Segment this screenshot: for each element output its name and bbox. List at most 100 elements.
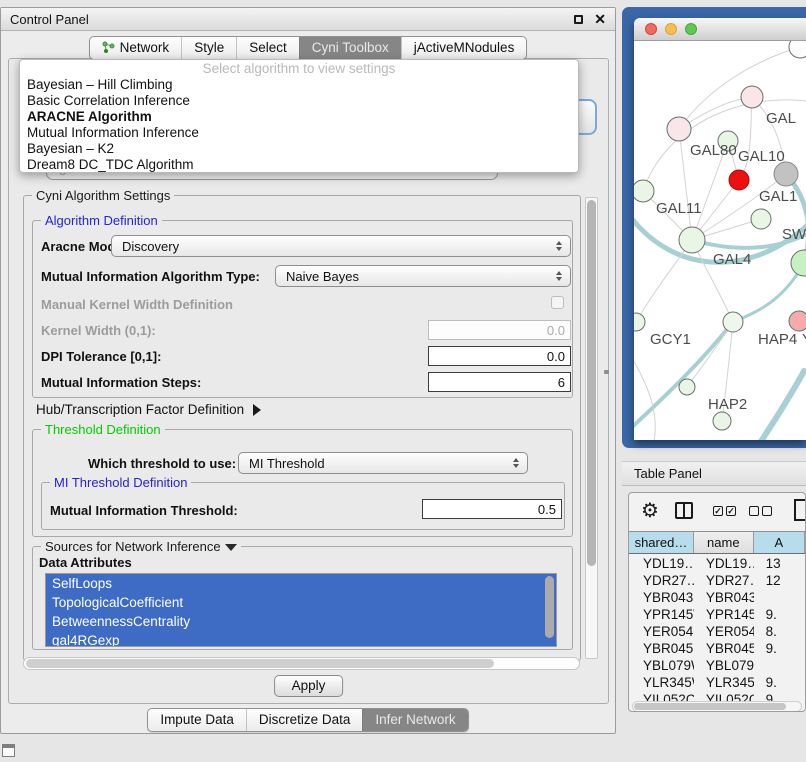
threshold-definition-title: Threshold Definition <box>41 422 165 437</box>
network-node[interactable] <box>634 180 654 202</box>
tab-cyni-toolbox[interactable]: Cyni Toolbox <box>299 37 401 59</box>
table-cell: YLR345W <box>694 675 754 690</box>
which-threshold-select[interactable]: MI Threshold <box>238 452 528 474</box>
table-cell: YBR043C <box>629 590 694 605</box>
table-row[interactable]: YBL079WYBL079W <box>629 657 805 674</box>
table-row[interactable]: YDL19…YDL19…13 <box>629 555 805 572</box>
table-cell: YBR045C <box>629 641 694 656</box>
deselect-all-icon[interactable] <box>749 506 772 516</box>
attribute-item-betweennesscentrality[interactable]: BetweennessCentrality <box>46 612 556 631</box>
close-icon[interactable]: ✕ <box>594 11 606 28</box>
algorithm-option-bayesian-hill-climbing[interactable]: Bayesian – Hill Climbing <box>20 77 578 93</box>
settings-vertical-scrollbar[interactable] <box>585 197 598 659</box>
column-header-name[interactable]: name <box>694 532 754 553</box>
network-node[interactable] <box>713 412 731 430</box>
tab-network[interactable]: Network <box>90 37 182 59</box>
network-edge[interactable] <box>739 97 752 180</box>
manual-kernel-checkbox[interactable] <box>551 296 564 309</box>
tab-impute-data[interactable]: Impute Data <box>148 709 246 731</box>
table-cell: YBL079W <box>629 658 694 673</box>
tab-select[interactable]: Select <box>236 37 299 59</box>
network-node[interactable] <box>789 311 806 331</box>
algorithm-option-basic-correlation-inference[interactable]: Basic Correlation Inference <box>20 93 578 109</box>
algorithm-option-mutual-information-inference[interactable]: Mutual Information Inference <box>20 125 578 141</box>
tab-infer-network[interactable]: Infer Network <box>362 709 467 731</box>
network-node[interactable] <box>667 117 691 141</box>
restore-panel-icon[interactable] <box>2 744 15 757</box>
tab-label: Network <box>120 40 170 55</box>
minimize-traffic-light-icon[interactable] <box>665 23 677 35</box>
network-node[interactable] <box>789 41 806 58</box>
kernel-width-label: Kernel Width (0,1): <box>41 323 156 338</box>
column-header-shared[interactable]: shared… <box>629 532 694 553</box>
network-node[interactable] <box>751 209 771 229</box>
table-row[interactable]: YBR043CYBR043C <box>629 589 805 606</box>
control-panel-tabs: Network StyleSelectCyni ToolboxjActiveMNo… <box>89 36 528 60</box>
settings-horizontal-scrollbar[interactable] <box>23 657 580 670</box>
column-header-a[interactable]: A <box>754 532 805 553</box>
file-icon[interactable] <box>794 499 806 521</box>
settings-horizontal-scrollbar-thumb[interactable] <box>26 659 494 668</box>
network-edge[interactable] <box>634 353 655 440</box>
algorithm-option-dream8-dc-tdc-algorithm[interactable]: Dream8 DC_TDC Algorithm <box>20 157 578 173</box>
list-scrollbar-thumb[interactable] <box>545 576 554 638</box>
table-horizontal-scrollbar[interactable] <box>632 701 802 712</box>
algorithm-option-bayesian-k2[interactable]: Bayesian – K2 <box>20 141 578 157</box>
gear-icon[interactable]: ⚙ <box>641 498 659 523</box>
network-node-label-hap2: HAP2 <box>708 396 747 413</box>
mi-steps-field[interactable]: 6 <box>428 372 571 392</box>
network-node[interactable] <box>774 162 798 186</box>
network-node[interactable] <box>791 250 806 276</box>
algorithm-option-aracne-algorithm[interactable]: ARACNE Algorithm <box>20 109 578 125</box>
table-row[interactable]: YLR345WYLR345W9. <box>629 674 805 691</box>
tab-style[interactable]: Style <box>181 37 236 59</box>
dpi-tolerance-field[interactable]: 0.0 <box>428 346 571 366</box>
network-window-titlebar <box>634 18 806 41</box>
table-cell: 9. <box>754 641 805 656</box>
mi-algorithm-type-select[interactable]: Naive Bayes <box>275 265 571 287</box>
bottom-tabrow: Impute Data Discretize Data Infer Network <box>1 708 615 732</box>
panel-splitter-handle[interactable] <box>604 370 609 374</box>
select-all-icon[interactable]: ✓✓ <box>713 506 736 516</box>
network-edge[interactable] <box>636 240 692 322</box>
table-horizontal-scrollbar-thumb[interactable] <box>634 703 786 710</box>
network-node[interactable] <box>679 227 705 253</box>
mi-threshold-field[interactable]: 0.5 <box>422 499 562 519</box>
tab-label: Discretize Data <box>259 712 351 727</box>
network-node[interactable] <box>741 86 763 108</box>
network-node[interactable] <box>634 313 645 331</box>
hub-tf-definition-toggle[interactable]: Hub/Transcription Factor Definition <box>36 402 261 417</box>
data-attributes-list[interactable]: SelfLoopsTopologicalCoefficientBetweenne… <box>45 573 557 647</box>
cyni-algorithm-settings-group: Cyni Algorithm Settings Algorithm Defini… <box>23 195 581 661</box>
apply-button[interactable]: Apply <box>274 675 344 697</box>
mi-threshold-definition-title: MI Threshold Definition <box>50 475 191 490</box>
table-row[interactable]: YIL052CYIL052C9. <box>629 691 805 701</box>
tab-jactivemnodules[interactable]: jActiveMNodules <box>401 37 527 59</box>
mi-threshold-definition-group: MI Threshold Definition Mutual Informati… <box>41 482 565 530</box>
network-edge[interactable] <box>687 322 733 387</box>
attribute-item-gal4rgexp[interactable]: gal4RGexp <box>46 631 556 647</box>
attribute-item-selfloops[interactable]: SelfLoops <box>46 574 556 593</box>
table-row[interactable]: YBR045CYBR045C9. <box>629 640 805 657</box>
network-node-label-gal80: GAL80 <box>690 142 737 159</box>
table-row[interactable]: YDR27…YDR27…12 <box>629 572 805 589</box>
columns-icon[interactable] <box>675 502 693 519</box>
zoom-traffic-light-icon[interactable] <box>685 23 697 35</box>
close-traffic-light-icon[interactable] <box>645 23 657 35</box>
network-canvas[interactable]: GALGAL80GAL10GAL11GAL1SWI4GAL4GCY1HAP4YH… <box>634 41 806 440</box>
attribute-item-topologicalcoefficient[interactable]: TopologicalCoefficient <box>46 593 556 612</box>
network-node[interactable] <box>723 312 743 332</box>
network-view-panel: GALGAL80GAL10GAL11GAL1SWI4GAL4GCY1HAP4YH… <box>622 7 806 448</box>
tab-discretize-data[interactable]: Discretize Data <box>246 709 363 731</box>
aracne-mode-select[interactable]: Discovery <box>111 235 571 257</box>
settings-vertical-scrollbar-thumb[interactable] <box>587 200 596 566</box>
network-node[interactable] <box>729 170 749 190</box>
table-row[interactable]: YER054CYER054C8. <box>629 623 805 640</box>
network-node[interactable] <box>679 379 695 395</box>
float-window-icon[interactable] <box>574 15 583 24</box>
network-edge[interactable] <box>742 371 804 440</box>
dpi-tolerance-label: DPI Tolerance [0,1]: <box>41 349 161 364</box>
table-cell: 9. <box>754 675 805 690</box>
table-row[interactable]: YPR145WYPR145W9. <box>629 606 805 623</box>
control-panel-titlebar: Control Panel ✕ <box>1 8 615 31</box>
